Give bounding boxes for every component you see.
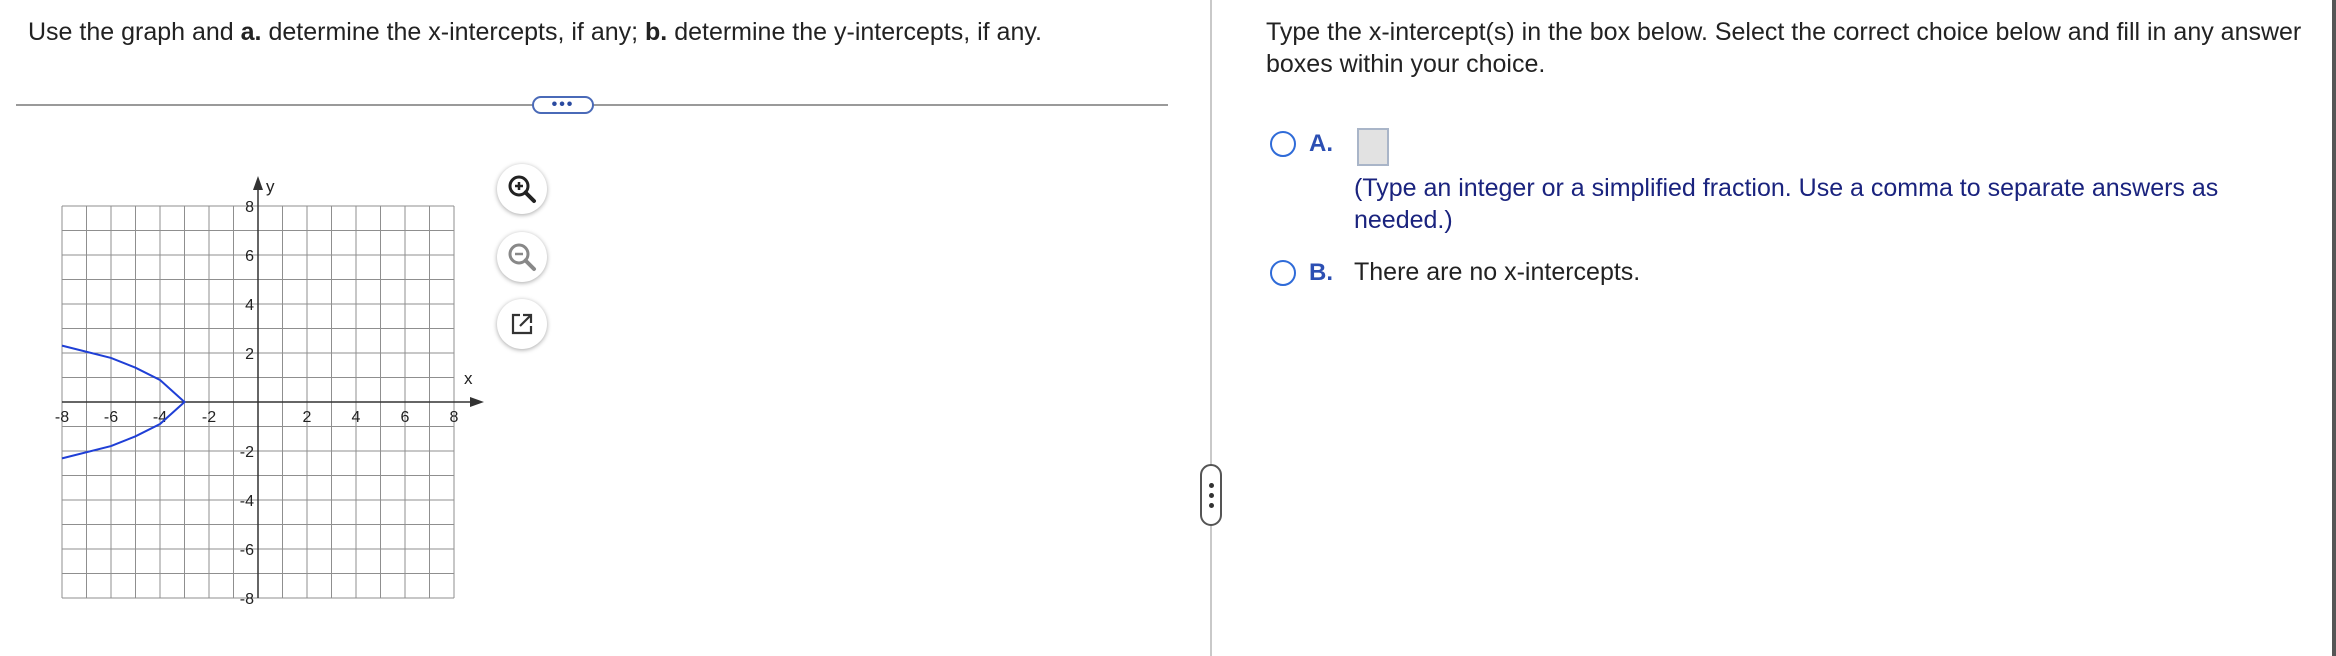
x-tick-label: 6 (401, 409, 410, 426)
tick-labels: -8 -6 -4 -2 2 4 6 88642-2-4-6-8 (55, 199, 459, 608)
choice-a-letter: A. (1309, 130, 1333, 157)
x-tick-label: 2 (303, 409, 312, 426)
x-tick-label: -8 (55, 409, 69, 426)
window-edge (2332, 0, 2336, 656)
external-link-icon (511, 313, 533, 335)
axes (62, 176, 484, 598)
choice-b-radio[interactable] (1270, 260, 1296, 286)
popout-button[interactable] (497, 299, 547, 349)
y-tick-label: -2 (240, 444, 254, 461)
y-tick-label: 4 (245, 297, 254, 314)
answer-instruction: Type the x-intercept(s) in the box below… (1266, 18, 2302, 78)
part-a-text: determine the x-intercepts, if any; (261, 18, 646, 46)
x-tick-label: 4 (352, 409, 361, 426)
y-tick-label: 8 (245, 199, 254, 216)
y-tick-label: 2 (245, 346, 254, 363)
choice-a-hint: (Type an integer or a simplified fractio… (1354, 174, 2219, 234)
x-axis-label: x (464, 369, 473, 388)
choice-a-radio[interactable] (1270, 131, 1296, 157)
y-tick-label: -4 (240, 493, 254, 510)
x-tick-label: -6 (104, 409, 118, 426)
x-intercept-answer-field[interactable] (1357, 128, 1389, 166)
choice-b-letter: B. (1309, 259, 1333, 286)
y-tick-label: -8 (240, 591, 254, 608)
zoom-in-button[interactable] (497, 164, 547, 214)
zoom-in-icon (508, 175, 536, 203)
x-tick-label: -2 (202, 409, 216, 426)
question-pane: Use the graph and a. determine the x-int… (0, 0, 1210, 656)
y-tick-label: 6 (245, 248, 254, 265)
choice-b-text: There are no x-intercepts. (1354, 258, 1641, 286)
zoom-out-button[interactable] (497, 232, 547, 282)
y-axis-arrow (253, 176, 263, 190)
part-a-label: a. (240, 18, 262, 46)
answer-pane: Type the x-intercept(s) in the box below… (1212, 0, 2330, 656)
part-b-label: b. (645, 18, 668, 46)
x-axis-arrow (470, 397, 484, 407)
part-b-text: determine the y-intercepts, if any. (667, 18, 1042, 46)
coordinate-graph: -8 -6 -4 -2 2 4 6 88642-2-4-6-8 x y (55, 176, 484, 608)
y-tick-label: -6 (240, 542, 254, 559)
zoom-out-icon (508, 243, 536, 271)
question-intro: Use the graph and (28, 18, 241, 46)
y-axis-label: y (266, 177, 275, 196)
collapse-divider-button[interactable]: ••• (532, 96, 594, 114)
question-text: Use the graph and a. determine the x-int… (28, 16, 1042, 48)
x-tick-label: 8 (450, 409, 459, 426)
